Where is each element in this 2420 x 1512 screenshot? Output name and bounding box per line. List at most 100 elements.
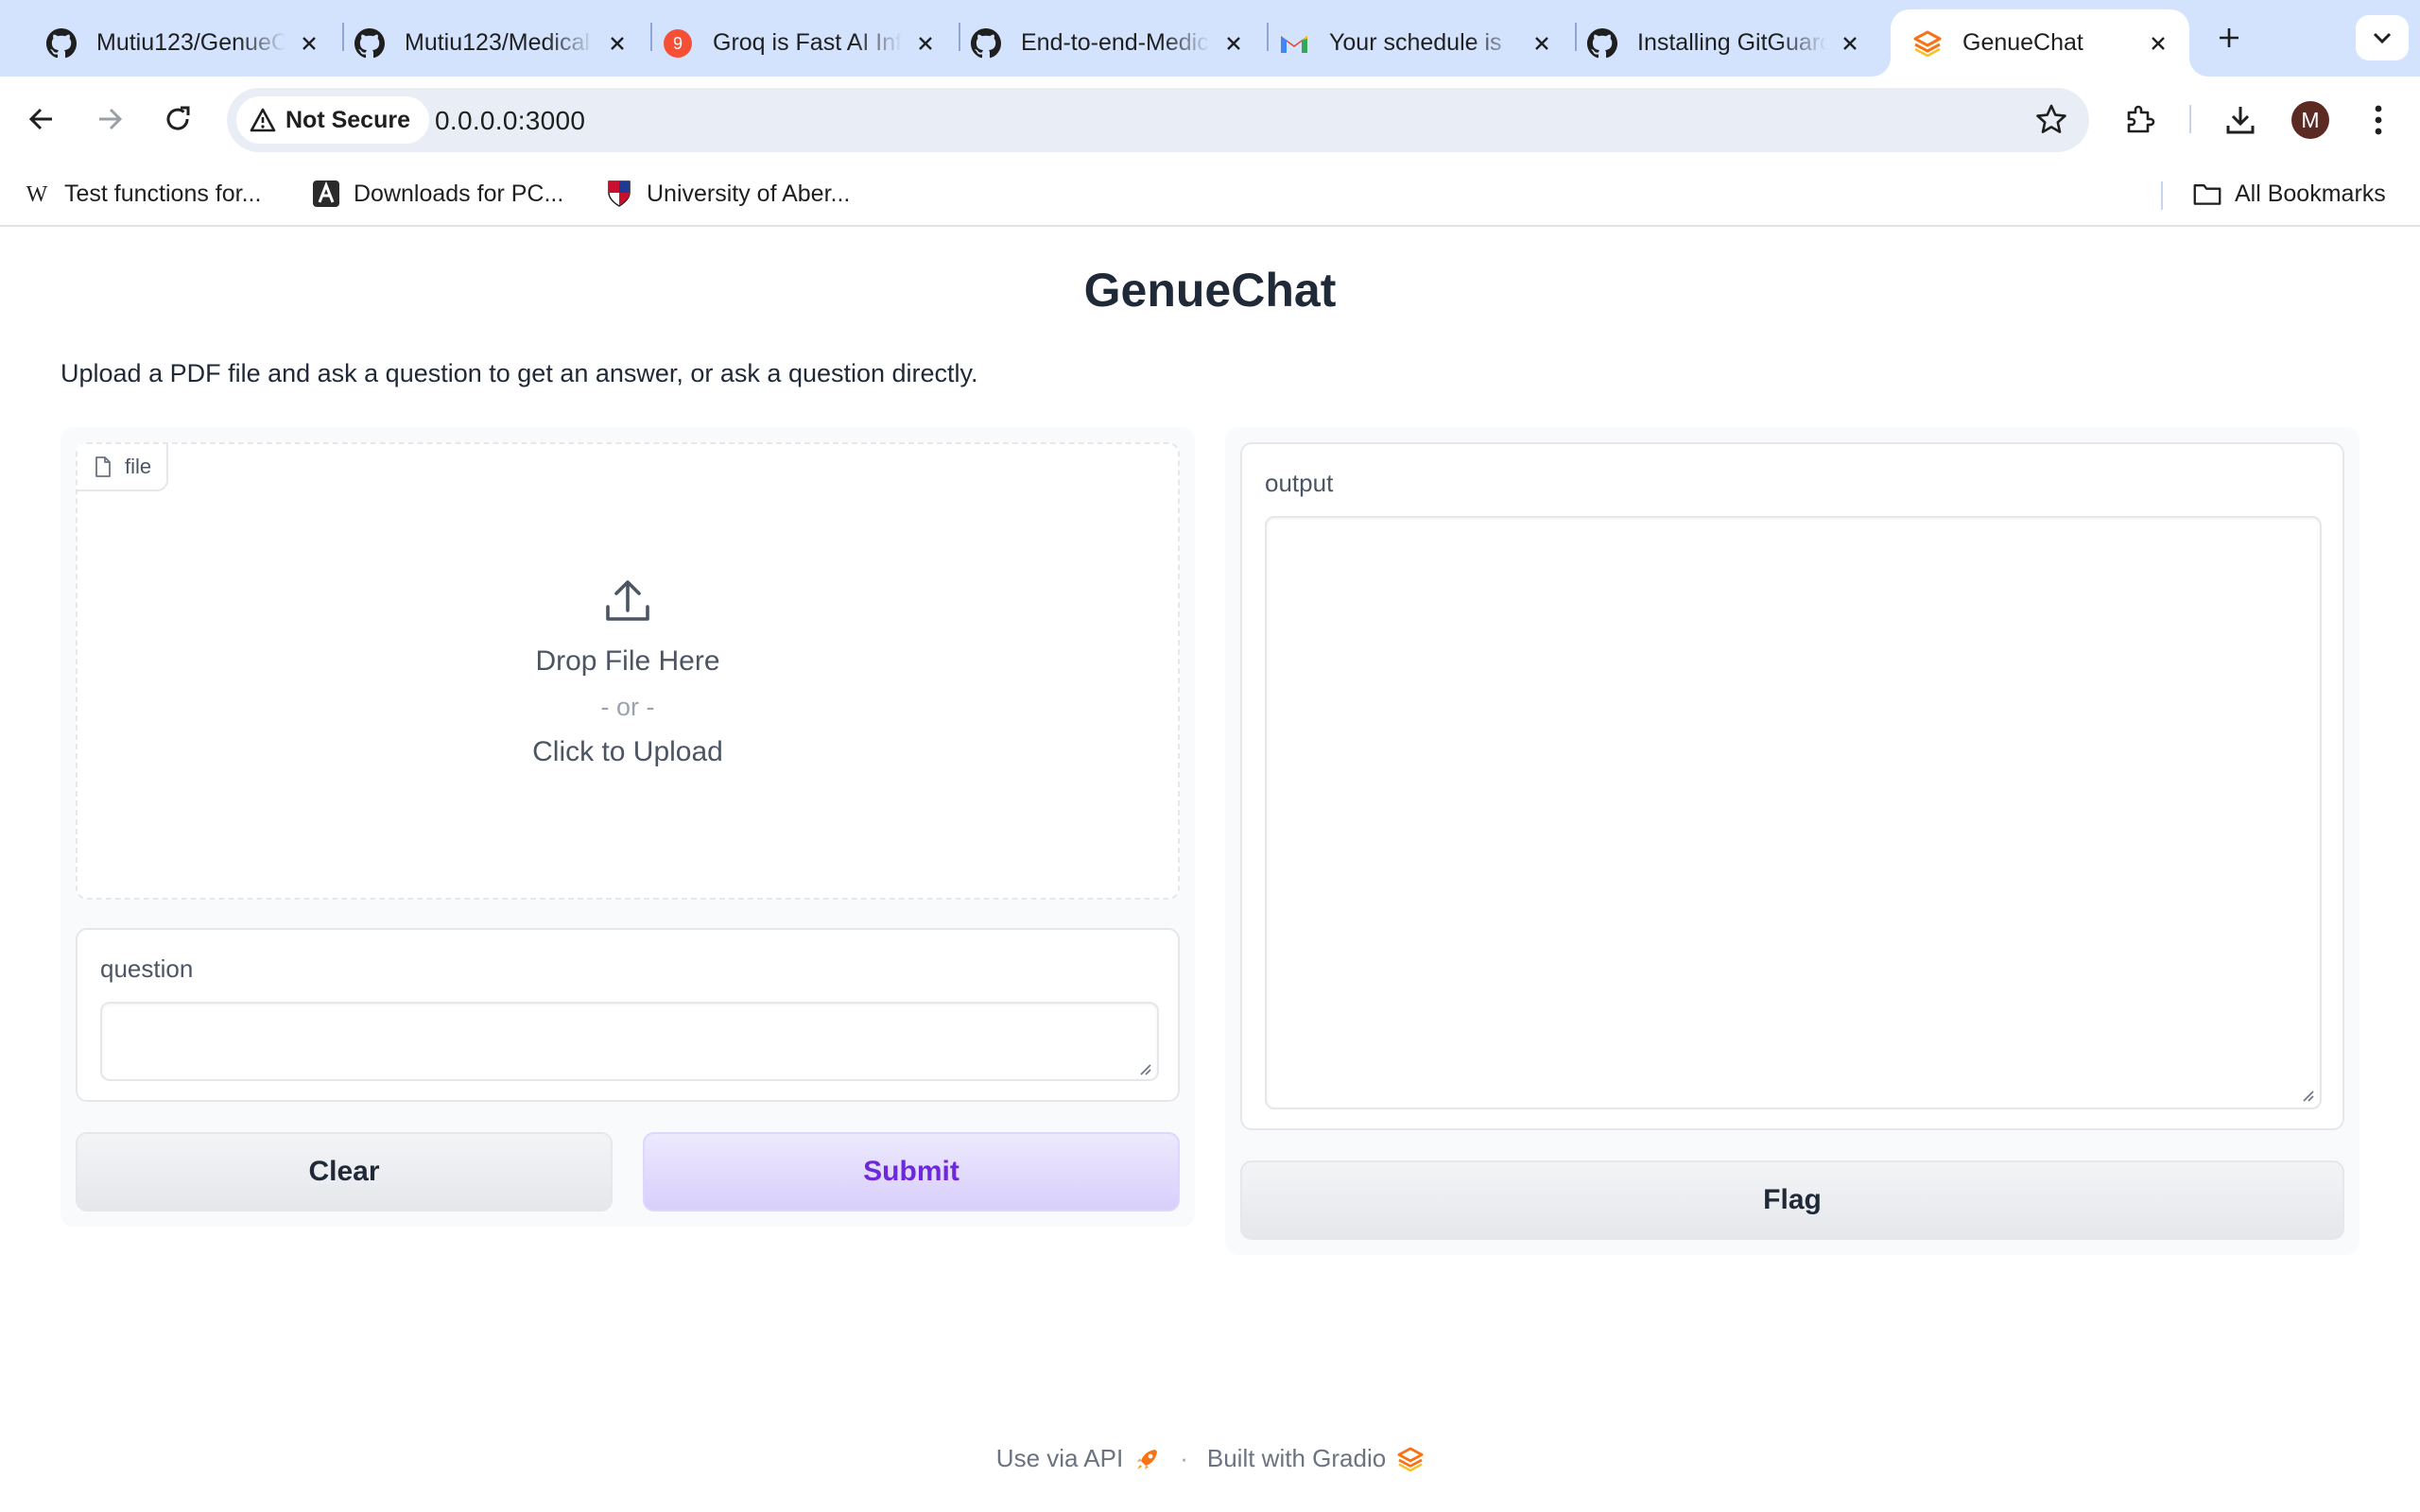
question-block: question <box>76 928 1180 1102</box>
tab-genuechat-active[interactable]: GenueChat <box>1891 9 2189 77</box>
all-bookmarks-button[interactable]: All Bookmarks <box>2193 177 2386 211</box>
close-icon[interactable] <box>1528 29 1556 58</box>
bookmarks-divider <box>2161 181 2163 210</box>
groq-icon: 9 <box>662 27 694 60</box>
downloads-button[interactable] <box>2220 99 2261 141</box>
security-chip[interactable]: Not Secure <box>236 96 429 144</box>
bookmark-test-functions[interactable]: W Test functions for... <box>23 177 262 211</box>
clear-button[interactable]: Clear <box>76 1132 613 1211</box>
close-icon[interactable] <box>295 29 323 58</box>
or-text: - or - <box>600 693 655 721</box>
bookmark-label: Downloads for PC... <box>354 180 564 207</box>
question-input[interactable] <box>100 1002 1159 1081</box>
page-description: Upload a PDF file and ask a question to … <box>60 359 978 387</box>
tab-title: Mutiu123/GenueChat <box>96 29 285 56</box>
output-textbox[interactable] <box>1265 516 2322 1109</box>
input-column: file Drop File Here - or - Click to Uplo… <box>60 427 1195 1227</box>
folder-icon <box>2193 180 2221 208</box>
close-icon[interactable] <box>911 29 940 58</box>
resize-grip-icon[interactable] <box>1138 1062 1151 1075</box>
gradio-icon <box>1911 27 1944 60</box>
resize-grip-icon[interactable] <box>2301 1089 2314 1102</box>
bookmarks-bar: W Test functions for... Downloads for PC… <box>0 161 2420 227</box>
address-bar[interactable]: Not Secure 0.0.0.0:3000 <box>227 88 2089 152</box>
tab-search-button[interactable] <box>2356 15 2409 60</box>
new-tab-button[interactable] <box>2208 17 2250 59</box>
extensions-button[interactable] <box>2119 99 2161 141</box>
bookmark-downloads-for-pc[interactable]: Downloads for PC... <box>312 177 563 211</box>
page-title: GenueChat <box>1083 264 1337 317</box>
tab-title: Installing GitGuardian <box>1637 29 1826 56</box>
chevron-down-icon <box>2373 32 2392 44</box>
tab-gitguardian[interactable]: Installing GitGuardian <box>1565 9 1881 77</box>
built-with-gradio-link[interactable]: Built with Gradio <box>1207 1444 1424 1473</box>
close-icon[interactable] <box>1836 29 1864 58</box>
tab-title: End-to-end-Medical <box>1021 29 1210 56</box>
tab-gmail[interactable]: Your schedule is <box>1257 9 1573 77</box>
question-label: question <box>100 954 194 983</box>
arrow-left-icon <box>28 108 52 130</box>
tab-title: Your schedule is <box>1329 29 1502 56</box>
close-icon[interactable] <box>1219 29 1248 58</box>
puzzle-icon <box>2127 105 2155 133</box>
tab-title: Groq is Fast AI Inference <box>713 29 902 56</box>
github-icon <box>1586 27 1618 60</box>
gmail-icon <box>1278 27 1310 60</box>
tab-strip: Mutiu123/GenueChat Mutiu123/Medical 9 Gr… <box>0 0 2420 77</box>
star-icon[interactable] <box>2034 103 2068 137</box>
bookmark-university[interactable]: University of Aber... <box>605 177 850 211</box>
bookmark-label: Test functions for... <box>64 180 262 207</box>
download-icon <box>2226 107 2255 134</box>
submit-button[interactable]: Submit <box>643 1132 1180 1211</box>
kebab-menu-icon <box>2375 105 2382 135</box>
warning-icon <box>250 108 276 132</box>
profile-avatar[interactable]: M <box>2291 101 2329 139</box>
url-text[interactable]: 0.0.0.0:3000 <box>435 106 585 136</box>
tab-end-to-end-medical[interactable]: End-to-end-Medical <box>949 9 1265 77</box>
tab-groq[interactable]: 9 Groq is Fast AI Inference <box>641 9 957 77</box>
output-column: output Flag <box>1225 427 2360 1255</box>
download-site-icon <box>312 180 340 208</box>
file-label: file <box>125 455 152 478</box>
github-icon <box>354 27 386 60</box>
plus-icon <box>2220 28 2238 47</box>
drop-file-text: Drop File Here <box>535 645 720 677</box>
built-label: Built with Gradio <box>1206 1444 1387 1472</box>
github-icon <box>45 27 78 60</box>
file-icon <box>95 456 111 477</box>
flag-button[interactable]: Flag <box>1240 1160 2344 1240</box>
tab-genuechat-repo[interactable]: Mutiu123/GenueChat <box>25 9 340 77</box>
use-via-api-link[interactable]: Use via API <box>996 1444 1161 1473</box>
rocket-icon <box>1137 1449 1158 1469</box>
output-label: output <box>1265 469 1334 497</box>
file-upload-dropzone[interactable]: file Drop File Here - or - Click to Uplo… <box>76 442 1180 900</box>
reload-button[interactable] <box>155 96 200 142</box>
tab-medical-repo[interactable]: Mutiu123/Medical <box>333 9 648 77</box>
back-button[interactable] <box>19 96 64 142</box>
toolbar-divider <box>2189 105 2191 133</box>
menu-button[interactable] <box>2358 99 2399 141</box>
api-label: Use via API <box>995 1444 1124 1472</box>
output-block: output <box>1240 442 2344 1130</box>
arrow-right-icon <box>99 108 123 130</box>
tab-title: Mutiu123/Medical <box>405 29 590 56</box>
university-crest-icon <box>605 180 633 208</box>
click-to-upload-text: Click to Upload <box>532 736 723 767</box>
close-icon[interactable] <box>603 29 631 58</box>
footer-separator: · <box>1180 1444 1188 1472</box>
svg-text:W: W <box>26 182 48 205</box>
svg-text:9: 9 <box>673 34 683 53</box>
wikipedia-icon: W <box>23 180 51 208</box>
browser-toolbar: Not Secure 0.0.0.0:3000 M <box>0 77 2420 161</box>
file-label-chip: file <box>78 444 169 491</box>
upload-icon <box>606 580 649 621</box>
forward-button[interactable] <box>87 96 132 142</box>
tab-title: GenueChat <box>1962 29 2083 56</box>
reload-icon <box>166 106 190 130</box>
all-bookmarks-label: All Bookmarks <box>2235 180 2386 207</box>
gradio-logo-icon <box>1397 1446 1424 1471</box>
close-icon[interactable] <box>2144 29 2172 58</box>
upload-prompt[interactable]: Drop File Here - or - Click to Upload <box>78 576 1178 773</box>
github-icon <box>970 27 1002 60</box>
security-label: Not Secure <box>285 106 410 133</box>
